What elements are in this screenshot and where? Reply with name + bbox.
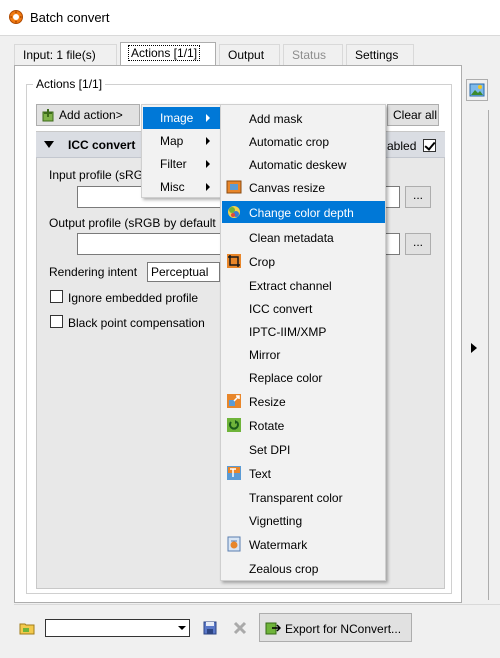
resize-icon [226, 393, 242, 409]
menu-item-image[interactable]: Image [143, 107, 220, 129]
save-icon[interactable] [202, 620, 218, 636]
text-icon [226, 465, 242, 481]
menu-item-map[interactable]: Map [143, 130, 220, 152]
export-nconvert-button[interactable]: Export for NConvert... [259, 613, 412, 642]
export-label: Export for NConvert... [285, 622, 402, 636]
delete-icon[interactable] [232, 620, 248, 636]
title-bar: Batch convert [0, 0, 500, 35]
menu-item-misc[interactable]: Misc [143, 176, 220, 198]
tab-settings[interactable]: Settings [346, 44, 414, 66]
menu-item-mirror[interactable]: Mirror [222, 343, 385, 365]
preview-button[interactable] [466, 79, 488, 101]
menu-item-set-dpi[interactable]: Set DPI [222, 438, 385, 460]
black-point-label: Black point compensation [68, 316, 205, 330]
input-profile-label: Input profile (sRG [49, 168, 144, 182]
category-menu: Image Map Filter Misc [141, 104, 221, 198]
action-name: ICC convert [68, 138, 136, 152]
preset-combo[interactable] [45, 619, 190, 637]
tab-status[interactable]: Status [283, 44, 343, 66]
menu-item-filter[interactable]: Filter [143, 153, 220, 175]
rotate-icon [226, 417, 242, 433]
menu-item-crop[interactable]: Crop [222, 250, 385, 272]
menu-item-clean-metadata[interactable]: Clean metadata [222, 226, 385, 248]
clear-all-button[interactable]: Clear all [387, 104, 439, 126]
menu-item-vignetting[interactable]: Vignetting [222, 509, 385, 531]
color-depth-icon [226, 204, 242, 220]
combo-arrow-icon [178, 626, 186, 630]
image-submenu: Add mask Automatic crop Automatic deskew… [220, 104, 386, 581]
tab-input[interactable]: Input: 1 file(s) [14, 44, 117, 66]
menu-item-canvas-resize[interactable]: Canvas resize [222, 176, 385, 198]
menu-item-rotate[interactable]: Rotate [222, 414, 385, 436]
menu-item-icc-convert[interactable]: ICC convert [222, 297, 385, 319]
menu-item-iptc-iim-xmp[interactable]: IPTC-IIM/XMP [222, 320, 385, 342]
side-panel-divider [488, 110, 500, 600]
enabled-label: abled [387, 139, 417, 153]
input-profile-browse-button[interactable]: ... [405, 186, 431, 208]
rendering-intent-label: Rendering intent [49, 265, 138, 279]
menu-item-zealous-crop[interactable]: Zealous crop [222, 557, 385, 579]
output-profile-browse-button[interactable]: ... [405, 233, 431, 255]
menu-item-add-mask[interactable]: Add mask [222, 107, 385, 129]
rendering-intent-select[interactable]: Perceptual [147, 262, 220, 282]
menu-item-text[interactable]: Text [222, 462, 385, 484]
collapse-triangle-icon[interactable] [44, 141, 54, 148]
menu-item-resize[interactable]: Resize [222, 390, 385, 412]
ignore-embedded-label: Ignore embedded profile [68, 291, 199, 305]
menu-item-transparent-color[interactable]: Transparent color [222, 486, 385, 508]
open-folder-icon[interactable] [19, 620, 35, 636]
submenu-arrow-icon [206, 114, 210, 122]
crop-icon [226, 253, 242, 269]
submenu-arrow-icon [206, 137, 210, 145]
clear-all-label: Clear all [393, 108, 438, 122]
expand-right-arrow-icon[interactable] [471, 343, 477, 353]
black-point-checkbox[interactable] [50, 315, 63, 328]
add-action-button[interactable]: Add action> [36, 104, 140, 126]
submenu-arrow-icon [206, 160, 210, 168]
menu-item-change-color-depth[interactable]: Change color depth [222, 201, 385, 223]
watermark-icon [226, 536, 242, 552]
submenu-arrow-icon [206, 183, 210, 191]
actions-group-label: Actions [1/1] [33, 77, 106, 91]
add-action-icon [41, 108, 57, 124]
enabled-checkbox[interactable] [423, 139, 436, 152]
tab-actions[interactable]: Actions [1/1] [120, 42, 216, 67]
output-profile-label: Output profile (sRGB by default [49, 216, 216, 230]
menu-item-extract-channel[interactable]: Extract channel [222, 274, 385, 296]
preview-icon [469, 82, 485, 101]
menu-item-watermark[interactable]: Watermark [222, 533, 385, 555]
canvas-resize-icon [226, 179, 242, 195]
tab-output[interactable]: Output [219, 44, 280, 66]
menu-item-replace-color[interactable]: Replace color [222, 366, 385, 388]
xnview-logo-icon [8, 9, 24, 25]
ignore-embedded-checkbox[interactable] [50, 290, 63, 303]
menu-item-automatic-deskew[interactable]: Automatic deskew [222, 153, 385, 175]
window-title: Batch convert [30, 10, 110, 25]
menu-item-automatic-crop[interactable]: Automatic crop [222, 130, 385, 152]
add-action-label: Add action> [59, 108, 123, 122]
title-divider [0, 35, 500, 36]
export-icon [265, 620, 282, 639]
